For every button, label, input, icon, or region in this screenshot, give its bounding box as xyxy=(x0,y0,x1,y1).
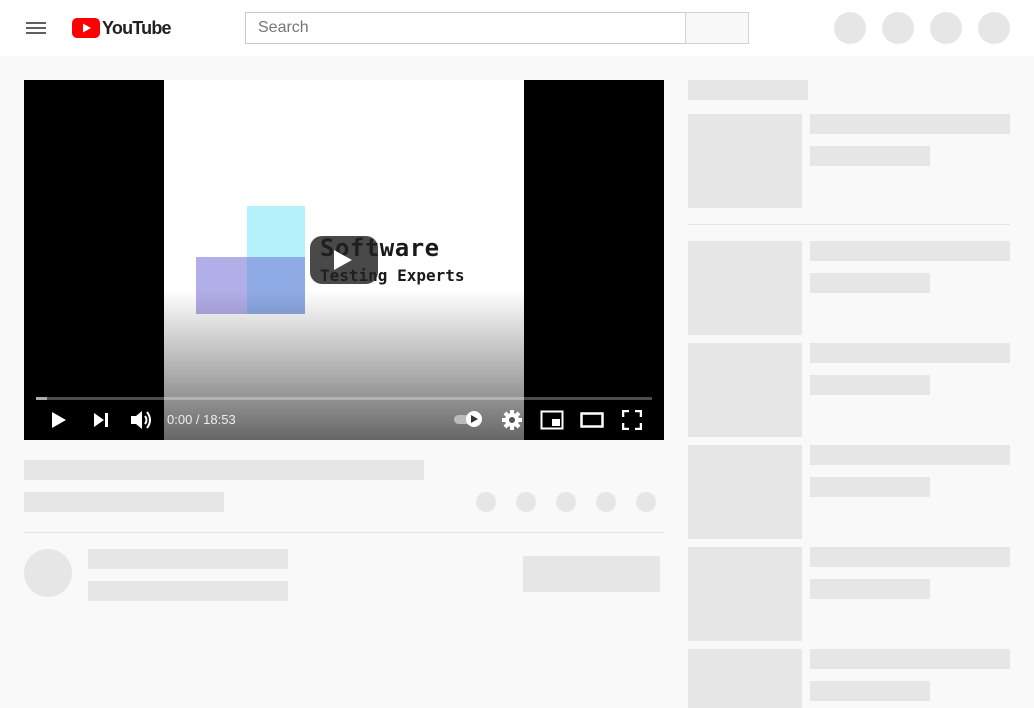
related-thumbnail-placeholder[interactable] xyxy=(688,649,802,708)
fullscreen-button[interactable] xyxy=(618,406,646,434)
create-button-placeholder[interactable] xyxy=(834,12,866,44)
related-thumbnail-placeholder[interactable] xyxy=(688,343,802,437)
autoplay-toggle[interactable] xyxy=(454,411,484,427)
time-display: 0:00 / 18:53 xyxy=(167,412,236,427)
progress-bar[interactable] xyxy=(36,397,652,400)
youtube-logo-icon xyxy=(72,18,100,38)
related-thumbnail-placeholder[interactable] xyxy=(688,241,802,335)
search-input[interactable] xyxy=(245,12,685,44)
youtube-logo[interactable]: YouTube xyxy=(72,17,172,39)
action-button-placeholder[interactable] xyxy=(556,492,576,512)
channel-name-placeholder xyxy=(88,549,288,569)
miniplayer-icon xyxy=(540,410,564,430)
divider xyxy=(24,532,664,533)
related-title-placeholder xyxy=(810,547,1010,567)
volume-icon xyxy=(131,411,151,429)
search-bar xyxy=(245,12,749,44)
related-title-placeholder xyxy=(810,241,1010,261)
theater-mode-icon xyxy=(580,412,604,428)
channel-avatar-placeholder[interactable] xyxy=(24,549,72,597)
action-button-placeholder[interactable] xyxy=(636,492,656,512)
related-meta-placeholder xyxy=(810,375,930,395)
logo-square-cyan xyxy=(247,206,305,258)
related-meta-placeholder xyxy=(810,146,930,166)
related-title-placeholder xyxy=(810,343,1010,363)
video-player[interactable]: Software Testing Experts 0:00 / 18:53 xyxy=(24,80,664,440)
settings-button[interactable] xyxy=(498,406,526,434)
large-play-button[interactable] xyxy=(310,236,378,284)
play-icon xyxy=(52,412,66,428)
subscribe-button-placeholder[interactable] xyxy=(523,556,660,592)
hamburger-menu-icon[interactable] xyxy=(24,20,48,36)
subscriber-count-placeholder xyxy=(88,581,288,601)
apps-button-placeholder[interactable] xyxy=(882,12,914,44)
action-button-placeholder[interactable] xyxy=(596,492,616,512)
related-thumbnail-placeholder[interactable] xyxy=(688,547,802,641)
fullscreen-icon xyxy=(622,410,642,430)
next-button[interactable] xyxy=(87,406,115,434)
related-meta-placeholder xyxy=(810,477,930,497)
related-meta-placeholder xyxy=(810,579,930,599)
related-thumbnail-placeholder[interactable] xyxy=(688,445,802,539)
progress-buffer xyxy=(36,397,48,400)
video-title-placeholder xyxy=(24,460,424,480)
related-meta-placeholder xyxy=(810,681,930,701)
related-title-placeholder xyxy=(810,445,1010,465)
search-button[interactable] xyxy=(685,12,749,44)
avatar-placeholder[interactable] xyxy=(978,12,1010,44)
related-title-placeholder xyxy=(810,649,1010,669)
gear-icon xyxy=(502,410,522,430)
masthead: YouTube xyxy=(0,0,1034,56)
controls-gradient xyxy=(24,290,664,440)
video-info-placeholder xyxy=(24,492,224,512)
large-play-icon xyxy=(334,250,352,270)
action-button-placeholder[interactable] xyxy=(476,492,496,512)
action-button-placeholder[interactable] xyxy=(516,492,536,512)
next-icon xyxy=(94,413,108,427)
miniplayer-button[interactable] xyxy=(538,406,566,434)
play-button[interactable] xyxy=(45,406,73,434)
related-meta-placeholder xyxy=(810,273,930,293)
mute-button[interactable] xyxy=(127,406,155,434)
sidebar-header-placeholder xyxy=(688,80,808,100)
logo-text: YouTube xyxy=(102,18,172,38)
theater-mode-button[interactable] xyxy=(578,406,606,434)
related-thumbnail-placeholder[interactable] xyxy=(688,114,802,208)
autoplay-toggle-icon xyxy=(466,411,482,427)
related-title-placeholder xyxy=(810,114,1010,134)
divider xyxy=(688,224,1010,225)
notifications-button-placeholder[interactable] xyxy=(930,12,962,44)
